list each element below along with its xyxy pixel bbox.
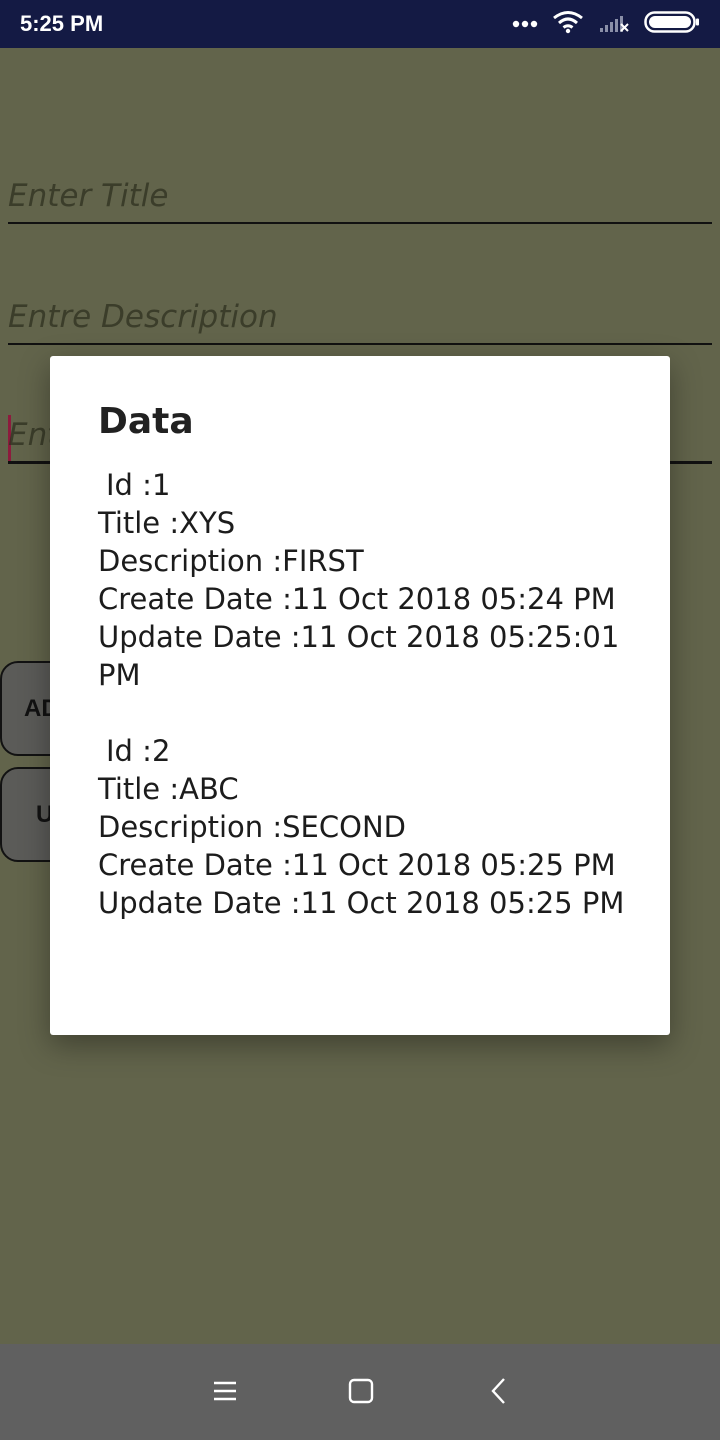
dialog-title: Data (98, 401, 194, 442)
signal-icon (598, 10, 630, 39)
status-time: 5:25 PM (20, 11, 104, 36)
record-description: Description :FIRST (98, 544, 364, 578)
record-create-date: Create Date :11 Oct 2018 05:24 PM (98, 582, 616, 616)
record-description: Description :SECOND (98, 810, 406, 844)
data-dialog: Data Id :1 Title :XYS Description :FIRST… (50, 356, 670, 1035)
record-title: Title :XYS (98, 506, 236, 540)
status-bar: 5:25 PM (0, 0, 720, 48)
description-input[interactable] (8, 293, 712, 345)
record-item: Id :2 Title :ABC Description :SECOND Cre… (98, 732, 630, 922)
status-icons (498, 10, 700, 38)
record-title: Title :ABC (98, 772, 239, 806)
back-button[interactable] (471, 1368, 527, 1416)
description-field-container (8, 293, 712, 345)
text-cursor (8, 415, 11, 461)
record-create-date: Create Date :11 Oct 2018 05:25 PM (98, 848, 616, 882)
navigation-bar (0, 1344, 720, 1440)
home-icon (347, 1377, 375, 1408)
more-dots-icon (512, 15, 538, 33)
title-field-container (8, 172, 712, 224)
home-button[interactable] (333, 1368, 389, 1416)
record-item: Id :1 Title :XYS Description :FIRST Crea… (98, 466, 630, 694)
back-icon (489, 1377, 509, 1408)
record-id: Id :2 (106, 734, 171, 768)
menu-icon (212, 1380, 238, 1405)
record-update-date: Update Date :11 Oct 2018 05:25:01 PM (98, 620, 620, 692)
recent-apps-button[interactable] (197, 1368, 253, 1416)
record-id: Id :1 (106, 468, 171, 502)
title-input[interactable] (8, 172, 712, 224)
record-update-date: Update Date :11 Oct 2018 05:25 PM (98, 886, 625, 920)
wifi-icon (552, 10, 584, 39)
battery-icon (644, 10, 700, 39)
